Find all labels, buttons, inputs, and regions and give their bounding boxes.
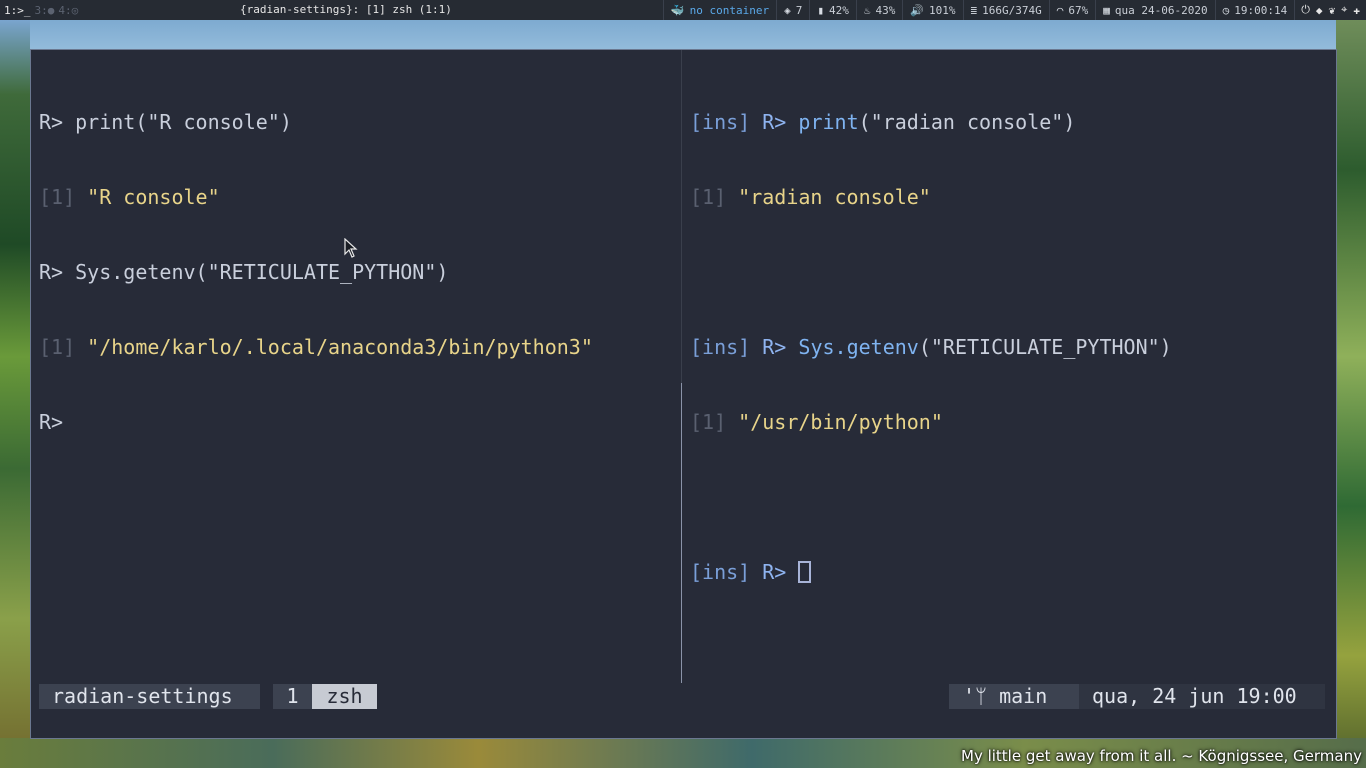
- flame-icon: ♨: [863, 3, 871, 17]
- globe-icon: ◎: [71, 3, 79, 17]
- wifi-status[interactable]: ◠ 67%: [1048, 0, 1096, 20]
- temperature-status[interactable]: ♨ 43%: [855, 0, 903, 20]
- wallpaper-right: [1336, 20, 1366, 768]
- packages-status[interactable]: ◈ 7: [776, 0, 809, 20]
- docker-status[interactable]: 🐳 no container: [662, 0, 776, 20]
- status-modules: 🐳 no container ◈ 7 ▮ 42% ♨ 43% 🔊 101% ≣ …: [662, 0, 1366, 20]
- pane-divider-active: [681, 383, 682, 683]
- text-cursor: [798, 561, 812, 583]
- window-title: {radian-settings}: [1] zsh (1:1): [240, 3, 452, 16]
- git-branch-icon: 'ᛘ: [963, 684, 1000, 708]
- database-icon: ≣: [970, 3, 978, 17]
- volume-status[interactable]: 🔊 101%: [902, 0, 962, 20]
- terminal-icon: >_: [17, 3, 31, 17]
- tmux-session-name[interactable]: radian-settings: [39, 684, 260, 709]
- cpu-status[interactable]: ▮ 42%: [809, 0, 856, 20]
- tmux-status-line: radian-settings 1 zsh 'ᛘ main qua, 24 ju…: [31, 684, 1336, 709]
- console-line: [1] "radian console": [690, 185, 931, 209]
- console-prompt-line[interactable]: [ins] R>: [690, 560, 1330, 585]
- console-line: [1] "R console": [39, 185, 220, 209]
- r-console-pane[interactable]: R> print("R console") [1] "R console" R>…: [39, 60, 674, 485]
- plus-icon[interactable]: ✚: [1353, 4, 1360, 17]
- git-branch-status: 'ᛘ main: [949, 684, 1079, 709]
- tmux-window-name[interactable]: zsh: [312, 684, 377, 709]
- tmux-clock: qua, 24 jun 19:00: [1079, 684, 1325, 709]
- wallpaper-caption: My little get away from it all. ~ Kögnig…: [961, 747, 1362, 765]
- console-line: [ins] R> Sys.getenv("RETICULATE_PYTHON"): [690, 335, 1172, 359]
- power-icon[interactable]: ⏻: [1301, 3, 1310, 17]
- package-box-icon: ◈: [784, 3, 791, 17]
- terminal-window[interactable]: R> print("R console") [1] "R console" R>…: [30, 49, 1337, 739]
- bar-chart-icon: ▮: [817, 3, 824, 17]
- console-line: [1] "/home/karlo/.local/anaconda3/bin/py…: [39, 335, 593, 359]
- window-icon: ●: [47, 3, 55, 17]
- radian-console-pane[interactable]: [ins] R> print("radian console") [1] "ra…: [690, 60, 1330, 635]
- console-prompt-line[interactable]: R>: [39, 410, 674, 435]
- wifi-icon: ◠: [1056, 3, 1064, 17]
- wallpaper-left: [0, 20, 30, 768]
- console-line: [1] "/usr/bin/python": [690, 410, 943, 434]
- mouse-pointer-icon: [344, 238, 358, 258]
- clock-icon: ◷: [1222, 3, 1230, 17]
- disk-status[interactable]: ≣ 166G/374G: [962, 0, 1049, 20]
- workspace-switcher: 1:>_ 3:● 4:◎: [0, 4, 200, 17]
- system-tray: ⏻ ◆ ❦ ⌖ ✚: [1294, 0, 1366, 20]
- tmux-window-index[interactable]: 1: [273, 684, 312, 709]
- location-pin-icon[interactable]: ⌖: [1341, 3, 1347, 17]
- console-line: [ins] R> print("radian console"): [690, 110, 1076, 134]
- date-status[interactable]: ▦ qua 24-06-2020: [1095, 0, 1214, 20]
- speaker-icon: 🔊: [910, 3, 925, 17]
- docker-whale-icon: 🐳: [670, 3, 685, 17]
- leaf-icon[interactable]: ❦: [1329, 4, 1336, 17]
- console-line: R> Sys.getenv("RETICULATE_PYTHON"): [39, 260, 449, 284]
- workspace-3[interactable]: 3:●: [35, 4, 55, 17]
- clock-status[interactable]: ◷ 19:00:14: [1214, 0, 1295, 20]
- calendar-icon: ▦: [1103, 3, 1110, 17]
- dropbox-icon[interactable]: ◆: [1316, 4, 1323, 17]
- workspace-1[interactable]: 1:>_: [4, 4, 31, 17]
- workspace-4[interactable]: 4:◎: [58, 4, 78, 17]
- console-line: R> print("R console"): [39, 110, 292, 134]
- top-status-bar: 1:>_ 3:● 4:◎ {radian-settings}: [1] zsh …: [0, 0, 1366, 20]
